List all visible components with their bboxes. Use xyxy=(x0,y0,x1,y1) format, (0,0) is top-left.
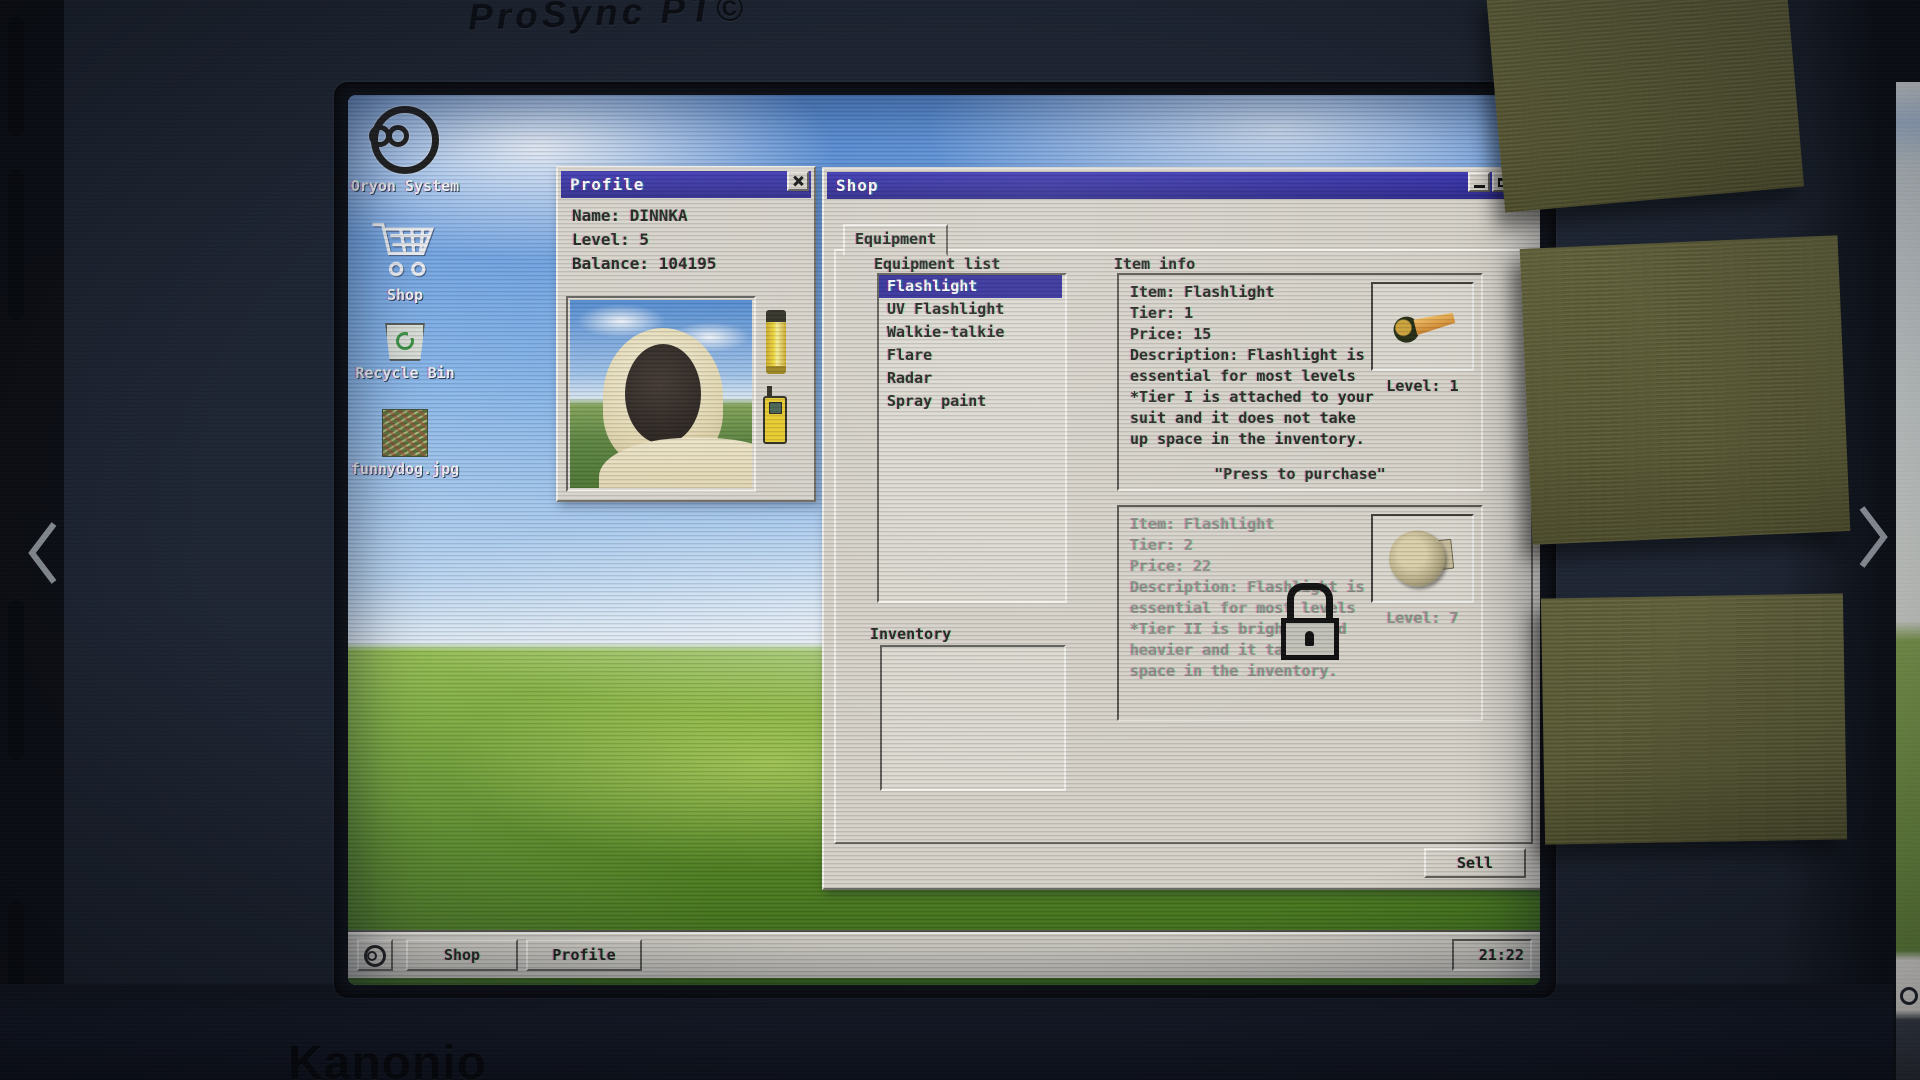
item-info-panel-tier1[interactable]: Item: Flashlight Tier: 1 Price: 15 Descr… xyxy=(1117,273,1483,491)
desktop-icon-shop[interactable]: Shop xyxy=(350,219,460,303)
tier1-item-line: Item: Flashlight xyxy=(1130,283,1275,301)
carousel-prev-chevron[interactable] xyxy=(22,518,64,588)
tier1-note: *Tier I is attached to your suit and it … xyxy=(1130,388,1374,448)
taskbar-button-profile[interactable]: Profile xyxy=(526,939,642,971)
oryon-logo-mini-icon xyxy=(364,945,386,967)
lock-icon xyxy=(1277,583,1343,660)
desktop-icon-oryon-system[interactable]: Oryon System xyxy=(350,106,460,194)
tier1-tier-line: Tier: 1 xyxy=(1130,304,1193,322)
inventory-label: Inventory xyxy=(870,625,951,643)
equipment-list-item[interactable]: UV Flashlight xyxy=(879,298,1065,321)
tier1-description: Description: Flashlight is essential for… xyxy=(1130,346,1365,385)
equipment-list-label: Equipment list xyxy=(874,255,1000,273)
tier2-item-line: Item: Flashlight xyxy=(1130,515,1275,533)
equipment-list: Flashlight UV Flashlight Walkie-talkie F… xyxy=(877,273,1067,603)
tier1-price-line: Price: 15 xyxy=(1130,325,1211,343)
vent-slot xyxy=(8,600,24,760)
equipped-walkie-talkie-icon xyxy=(763,396,787,444)
item-info-label: Item info xyxy=(1114,255,1195,273)
shop-window-titlebar[interactable]: Shop xyxy=(827,172,1540,199)
avatar-shoulders xyxy=(599,438,752,488)
tier2-tier-line: Tier: 2 xyxy=(1130,536,1193,554)
desktop-icon-recycle-bin[interactable]: Recycle Bin xyxy=(350,323,460,381)
flashlight-tier2-icon xyxy=(1386,525,1456,591)
recycle-bin-icon xyxy=(385,323,425,361)
profile-name-line: Name: DINNKA xyxy=(572,206,688,225)
avatar-face xyxy=(625,344,701,444)
taskbar: Shop Profile 21:22 xyxy=(348,932,1540,978)
equipment-list-item[interactable]: Flashlight xyxy=(879,275,1062,298)
profile-avatar-frame xyxy=(566,296,756,492)
icon-label: Recycle Bin xyxy=(350,365,460,381)
equipment-list-item[interactable]: Radar xyxy=(879,367,1065,390)
icon-label: Oryon System xyxy=(350,178,460,194)
next-screenshot-sliver xyxy=(1893,82,1920,1080)
profile-window-title: Profile xyxy=(570,175,644,194)
sticky-note-middle xyxy=(1520,235,1851,545)
tier2-price-line: Price: 22 xyxy=(1130,557,1211,575)
shop-window-title: Shop xyxy=(836,176,879,195)
shop-window: Shop Equipment Equipment list Flashlight… xyxy=(822,167,1540,890)
vent-slot xyxy=(8,16,24,136)
image-thumbnail-icon xyxy=(382,409,428,457)
taskbar-button-shop[interactable]: Shop xyxy=(406,939,518,971)
press-to-purchase-label: "Press to purchase" xyxy=(1119,465,1481,483)
tier2-level-label: Level: 7 xyxy=(1371,609,1474,627)
profile-level-line: Level: 5 xyxy=(572,230,649,249)
tier1-item-image-box xyxy=(1371,282,1474,371)
avatar-hood xyxy=(603,328,723,466)
equipment-list-item[interactable]: Spray paint xyxy=(879,390,1065,413)
carousel-next-chevron[interactable] xyxy=(1852,502,1894,572)
taskbar-clock: 21:22 xyxy=(1452,939,1532,971)
tier2-item-image-box xyxy=(1371,514,1474,603)
sticky-note-top xyxy=(1486,0,1804,213)
icon-label: Shop xyxy=(350,287,460,303)
inventory-list[interactable] xyxy=(880,645,1066,791)
profile-balance-line: Balance: 104195 xyxy=(572,254,717,273)
start-button[interactable] xyxy=(357,939,393,971)
monitor-base-text: Kanonio xyxy=(288,1036,487,1080)
profile-window: Profile Name: DINNKA Level: 5 Balance: 1… xyxy=(556,166,816,502)
icon-label: funnydog.jpg xyxy=(348,461,470,477)
sticky-note-bottom xyxy=(1541,593,1847,844)
oryon-logo-tiny-icon xyxy=(1900,987,1918,1005)
game-screenshot-monitor-photo: ProSync PT© Kanonio Oryon System Shop Re… xyxy=(0,0,1920,1080)
tab-equipment[interactable]: Equipment xyxy=(843,224,948,256)
tier1-text: Item: Flashlight Tier: 1 Price: 15 Descr… xyxy=(1130,282,1380,450)
close-icon xyxy=(792,175,804,187)
equipment-list-item[interactable]: Flare xyxy=(879,344,1065,367)
monitor-brand-text: ProSync PT© xyxy=(467,0,747,39)
desktop-icon-funnydog[interactable]: funnydog.jpg xyxy=(348,409,470,477)
item-info-panel-tier2-locked[interactable]: Item: Flashlight Tier: 2 Price: 22 Descr… xyxy=(1117,505,1483,721)
equipment-list-item[interactable]: Walkie-talkie xyxy=(879,321,1065,344)
equipped-flashlight-icon xyxy=(766,310,786,376)
vent-slot xyxy=(8,170,24,320)
shop-minimize-button[interactable] xyxy=(1468,172,1490,192)
minimize-icon xyxy=(1474,185,1485,188)
sell-button[interactable]: Sell xyxy=(1424,848,1526,878)
tier1-level-label: Level: 1 xyxy=(1371,377,1474,395)
crt-screen: Oryon System Shop Recycle Bin funnydog.j… xyxy=(348,95,1540,985)
oryon-logo-icon xyxy=(371,106,439,174)
flashlight-tier1-icon xyxy=(1391,305,1459,346)
profile-close-button[interactable] xyxy=(787,171,809,191)
profile-window-titlebar[interactable]: Profile xyxy=(561,171,811,198)
shopping-cart-icon xyxy=(369,219,441,279)
avatar-photo xyxy=(570,300,752,488)
